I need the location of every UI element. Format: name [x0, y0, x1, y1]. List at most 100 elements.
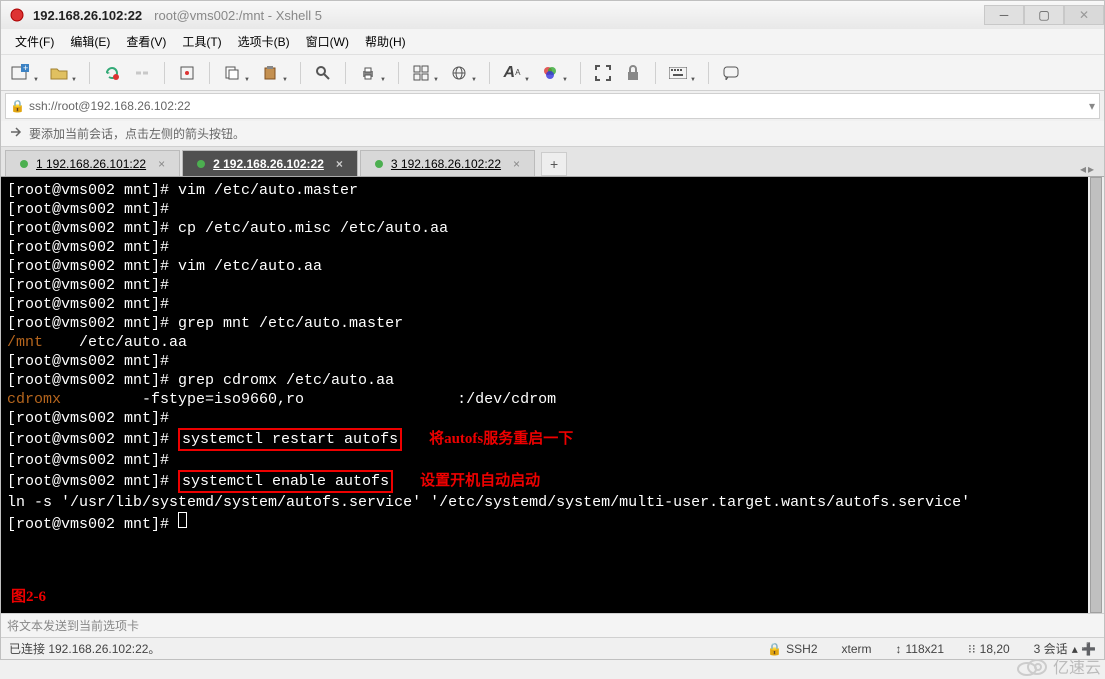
status-dot-icon: [197, 160, 205, 168]
prompt: [root@vms002 mnt]#: [7, 315, 178, 332]
tab-close-icon[interactable]: ×: [336, 157, 343, 171]
toolbar: +▼ ▼ ▼ ▼ ▼ ▼ ▼ AA▼ ▼ ▼: [1, 55, 1104, 91]
status-cursor: ⁝⁝ 18,20: [968, 642, 1010, 656]
tab-label: 3 192.168.26.102:22: [391, 157, 501, 171]
tab-1[interactable]: 1 192.168.26.101:22 ×: [5, 150, 180, 176]
menu-help[interactable]: 帮助(H): [359, 30, 412, 53]
toolbar-separator: [209, 62, 210, 84]
status-dot-icon: [375, 160, 383, 168]
terminal-scrollbar[interactable]: [1088, 177, 1104, 613]
font-icon[interactable]: AA▼: [500, 61, 524, 85]
status-size-text: 118x21: [906, 642, 944, 656]
prompt: [root@vms002 mnt]#: [7, 372, 178, 389]
hint-arrow-icon[interactable]: [9, 125, 23, 142]
tab-close-icon[interactable]: ×: [513, 157, 520, 171]
prompt: [root@vms002 mnt]#: [7, 473, 178, 490]
copy-icon[interactable]: ▼: [220, 61, 244, 85]
keyboard-icon[interactable]: ▼: [666, 61, 690, 85]
prompt: [root@vms002 mnt]#: [7, 201, 178, 218]
output: ln -s '/usr/lib/systemd/system/autofs.se…: [7, 494, 970, 511]
app-icon: [9, 7, 25, 23]
reconnect-icon[interactable]: [100, 61, 124, 85]
annotation: 设置开机自动启动: [420, 473, 540, 489]
print-icon[interactable]: ▼: [356, 61, 380, 85]
menu-tools[interactable]: 工具(T): [176, 30, 227, 53]
help-icon[interactable]: [719, 61, 743, 85]
prompt: [root@vms002 mnt]#: [7, 296, 178, 313]
title-subtitle: root@vms002:/mnt - Xshell 5: [154, 8, 984, 23]
properties-icon[interactable]: [175, 61, 199, 85]
tab-label: 1 192.168.26.101:22: [36, 157, 146, 171]
title-ip: 192.168.26.102:22: [33, 8, 142, 23]
cmd: vim /etc/auto.master: [178, 182, 358, 199]
disconnect-icon[interactable]: [130, 61, 154, 85]
hint-text: 要添加当前会话，点击左侧的箭头按钮。: [29, 125, 245, 142]
annotation: 将autofs服务重启一下: [429, 431, 573, 447]
toolbar-separator: [345, 62, 346, 84]
status-termtype: xterm: [842, 642, 872, 656]
maximize-button[interactable]: ▢: [1024, 5, 1064, 25]
tab-next-icon[interactable]: ▸: [1088, 162, 1094, 176]
scrollbar-thumb[interactable]: [1090, 177, 1102, 613]
prompt: [root@vms002 mnt]#: [7, 277, 178, 294]
figure-label: 图2-6: [11, 588, 46, 607]
menu-view[interactable]: 查看(V): [120, 30, 172, 53]
status-protocol-text: SSH2: [786, 642, 817, 656]
tab-prev-icon[interactable]: ◂: [1080, 162, 1086, 176]
cloud-icon: [1015, 655, 1049, 677]
cursor: [178, 512, 187, 528]
lock-small-icon: 🔒: [10, 99, 25, 113]
toolbar-separator: [164, 62, 165, 84]
menu-edit[interactable]: 编辑(E): [64, 30, 116, 53]
menu-file[interactable]: 文件(F): [9, 30, 60, 53]
minimize-button[interactable]: ─: [984, 5, 1024, 25]
paste-icon[interactable]: ▼: [258, 61, 282, 85]
cmd: grep mnt /etc/auto.master: [178, 315, 403, 332]
add-tab-button[interactable]: +: [541, 152, 567, 176]
tab-nav: ◂ ▸: [1080, 162, 1100, 176]
prompt: [root@vms002 mnt]#: [7, 410, 178, 427]
address-dropdown-icon[interactable]: ▾: [1089, 99, 1095, 113]
menu-tabs[interactable]: 选项卡(B): [232, 30, 296, 53]
svg-text:+: +: [23, 64, 28, 73]
colors-icon[interactable]: ▼: [538, 61, 562, 85]
close-button[interactable]: ✕: [1064, 5, 1104, 25]
status-dot-icon: [20, 160, 28, 168]
highlighted-cmd: systemctl restart autofs: [178, 428, 402, 451]
toolbar-separator: [398, 62, 399, 84]
prompt: [root@vms002 mnt]#: [7, 239, 178, 256]
status-connection: 已连接 192.168.26.102:22。: [9, 640, 160, 657]
output-key: cdromx: [7, 391, 61, 408]
hint-bar: 要添加当前会话，点击左侧的箭头按钮。: [1, 121, 1104, 147]
lock-icon[interactable]: [621, 61, 645, 85]
cmd: cp /etc/auto.misc /etc/auto.aa: [178, 220, 448, 237]
tab-2[interactable]: 2 192.168.26.102:22 ×: [182, 150, 358, 176]
toolbar-separator: [655, 62, 656, 84]
output: /etc/auto.aa: [43, 334, 187, 351]
prompt: [root@vms002 mnt]#: [7, 353, 178, 370]
menubar: 文件(F) 编辑(E) 查看(V) 工具(T) 选项卡(B) 窗口(W) 帮助(…: [1, 29, 1104, 55]
open-session-icon[interactable]: ▼: [47, 61, 71, 85]
prompt: [root@vms002 mnt]#: [7, 452, 178, 469]
terminal[interactable]: [root@vms002 mnt]# vim /etc/auto.master …: [1, 177, 1104, 613]
input-bar[interactable]: 将文本发送到当前选项卡: [1, 613, 1104, 637]
menu-window[interactable]: 窗口(W): [300, 30, 355, 53]
output-path: /mnt: [7, 334, 43, 351]
cmd: grep cdromx /etc/auto.aa: [178, 372, 394, 389]
toolbar-separator: [300, 62, 301, 84]
new-session-icon[interactable]: +▼: [9, 61, 33, 85]
prompt: [root@vms002 mnt]#: [7, 431, 178, 448]
address-bar[interactable]: 🔒 ssh://root@192.168.26.102:22 ▾: [5, 93, 1100, 119]
layout-icon[interactable]: ▼: [409, 61, 433, 85]
tab-bar: 1 192.168.26.101:22 × 2 192.168.26.102:2…: [1, 147, 1104, 177]
fullscreen-icon[interactable]: [591, 61, 615, 85]
cmd: vim /etc/auto.aa: [178, 258, 322, 275]
app-window: 192.168.26.102:22 root@vms002:/mnt - Xsh…: [0, 0, 1105, 660]
search-icon[interactable]: [311, 61, 335, 85]
tab-label: 2 192.168.26.102:22: [213, 157, 324, 171]
toolbar-separator: [708, 62, 709, 84]
tab-close-icon[interactable]: ×: [158, 157, 165, 171]
prompt: [root@vms002 mnt]#: [7, 258, 178, 275]
tab-3[interactable]: 3 192.168.26.102:22 ×: [360, 150, 535, 176]
globe-icon[interactable]: ▼: [447, 61, 471, 85]
